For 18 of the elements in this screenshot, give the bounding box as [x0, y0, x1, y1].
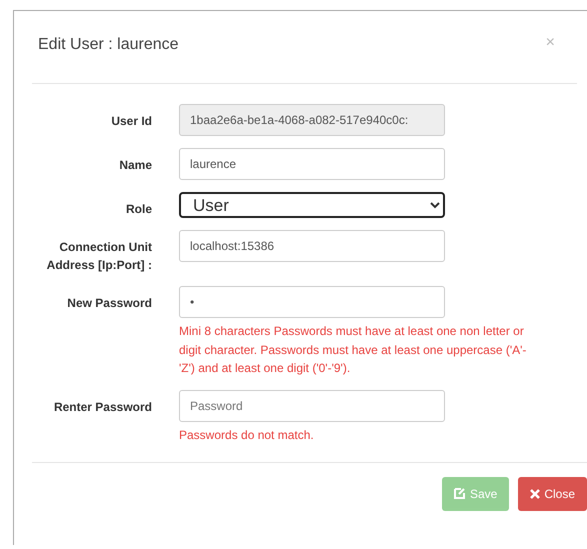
input-field[interactable]: localhost:15386	[179, 230, 445, 262]
field-label: New Password	[66, 295, 152, 312]
password-field[interactable]: •	[179, 286, 445, 318]
role-select[interactable]: User	[179, 192, 445, 218]
close-button[interactable]: Close	[518, 477, 587, 512]
error-message: Passwords do not match.	[179, 426, 315, 444]
user-id-field[interactable]: 1baa2e6a-be1a-4068-a082-517e940c0c:	[179, 104, 445, 136]
close-icon	[530, 489, 540, 500]
field-label: Name	[118, 157, 152, 174]
field-label: Connection Unit Address [Ip:Port] :	[46, 239, 152, 274]
field-label: User Id	[110, 113, 152, 130]
dialog-title: Edit User : laurence	[38, 35, 179, 54]
edit-icon	[454, 487, 466, 500]
input-field[interactable]: laurence	[179, 148, 445, 180]
field-label: Renter Password	[52, 398, 152, 416]
error-message: Mini 8 characters Passwords must have at least one non letter or digit character. Passwords must have at least one uppercase ('A'-'Z') and at least one digit ('0'-'9').	[179, 323, 528, 378]
password-field[interactable]: Password	[179, 390, 445, 422]
field-label: Role	[124, 201, 152, 218]
